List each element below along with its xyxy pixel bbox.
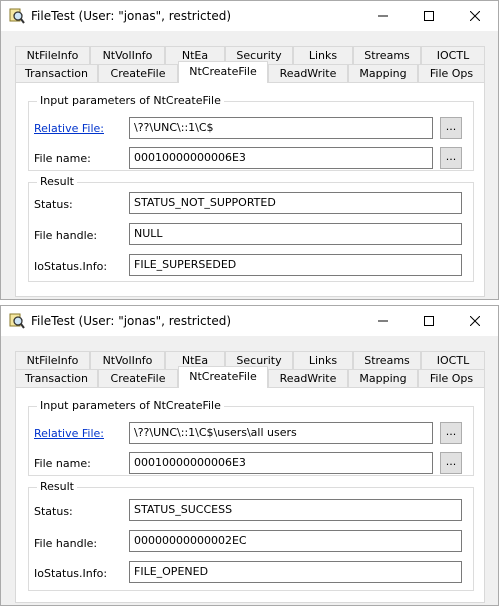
- tab-ntfileinfo[interactable]: NtFileInfo: [15, 46, 90, 64]
- file-name-browse-button[interactable]: ...: [440, 452, 462, 474]
- tab-row-bottom: Transaction CreateFile NtCreateFile Read…: [15, 61, 485, 83]
- file-handle-label: File handle:: [34, 229, 98, 242]
- relative-file-input[interactable]: \??\UNC\::1\C$: [129, 117, 433, 139]
- relative-file-input[interactable]: \??\UNC\::1\C$\users\all users: [129, 422, 433, 444]
- tab-ntfileinfo[interactable]: NtFileInfo: [15, 351, 90, 369]
- relative-file-browse-button[interactable]: ...: [440, 422, 462, 444]
- status-field[interactable]: STATUS_NOT_SUPPORTED: [129, 192, 462, 214]
- maximize-button[interactable]: [406, 1, 452, 31]
- status-field[interactable]: STATUS_SUCCESS: [129, 499, 462, 521]
- file-name-browse-button[interactable]: ...: [440, 147, 462, 169]
- tab-ntvolinfo[interactable]: NtVolInfo: [90, 46, 165, 64]
- relative-file-link[interactable]: Relative File:: [34, 122, 104, 135]
- tab-mapping[interactable]: Mapping: [348, 369, 418, 387]
- tab-links[interactable]: Links: [293, 351, 353, 369]
- file-name-input[interactable]: 00010000000006E3: [129, 147, 433, 169]
- tab-file-ops[interactable]: File Ops: [418, 369, 485, 387]
- tab-row-bottom: Transaction CreateFile NtCreateFile Read…: [15, 366, 485, 388]
- close-icon: [470, 316, 480, 326]
- file-handle-field[interactable]: NULL: [129, 223, 462, 245]
- file-name-label: File name:: [34, 457, 91, 470]
- file-name-input[interactable]: 00010000000006E3: [129, 452, 433, 474]
- window-title: FileTest (User: "jonas", restricted): [31, 9, 232, 23]
- close-icon: [470, 11, 480, 21]
- maximize-icon: [424, 316, 434, 326]
- filetest-window-2: FileTest (User: "jonas", restricted) NtF…: [0, 305, 499, 606]
- minimize-icon: [378, 15, 388, 17]
- minimize-button[interactable]: [360, 1, 406, 31]
- tab-ioctl[interactable]: IOCTL: [421, 351, 485, 369]
- tab-ioctl[interactable]: IOCTL: [421, 46, 485, 64]
- tab-streams[interactable]: Streams: [353, 46, 421, 64]
- tab-readwrite[interactable]: ReadWrite: [268, 369, 348, 387]
- iostatus-info-label: IoStatus.Info:: [34, 567, 108, 580]
- tab-ntcreatefile[interactable]: NtCreateFile: [178, 61, 268, 83]
- title-bar[interactable]: FileTest (User: "jonas", restricted): [1, 306, 498, 336]
- ntcreatefile-panel: Input parameters of NtCreateFile Relativ…: [15, 387, 485, 603]
- maximize-icon: [424, 11, 434, 21]
- iostatus-info-field[interactable]: FILE_OPENED: [129, 561, 462, 583]
- tab-ntvolinfo[interactable]: NtVolInfo: [90, 351, 165, 369]
- tab-createfile[interactable]: CreateFile: [98, 64, 178, 82]
- relative-file-link[interactable]: Relative File:: [34, 427, 104, 440]
- filetest-window-1: FileTest (User: "jonas", restricted) NtF…: [0, 0, 499, 300]
- status-label: Status:: [34, 505, 73, 518]
- minimize-icon: [378, 320, 388, 322]
- title-bar[interactable]: FileTest (User: "jonas", restricted): [1, 1, 498, 31]
- tab-file-ops[interactable]: File Ops: [418, 64, 485, 82]
- input-group-title: Input parameters of NtCreateFile: [37, 399, 224, 412]
- maximize-button[interactable]: [406, 306, 452, 336]
- result-group-title: Result: [37, 175, 77, 188]
- ntcreatefile-panel: Input parameters of NtCreateFile Relativ…: [15, 82, 485, 297]
- close-button[interactable]: [452, 306, 498, 336]
- tab-transaction[interactable]: Transaction: [15, 64, 98, 82]
- iostatus-info-field[interactable]: FILE_SUPERSEDED: [129, 254, 462, 276]
- tab-createfile[interactable]: CreateFile: [98, 369, 178, 387]
- magnifier-app-icon: [9, 313, 25, 329]
- close-button[interactable]: [452, 1, 498, 31]
- tab-links[interactable]: Links: [293, 46, 353, 64]
- result-group-title: Result: [37, 480, 77, 493]
- window-title: FileTest (User: "jonas", restricted): [31, 314, 232, 328]
- iostatus-info-label: IoStatus.Info:: [34, 260, 108, 273]
- file-handle-field[interactable]: 00000000000002EC: [129, 530, 462, 552]
- input-group-title: Input parameters of NtCreateFile: [37, 94, 224, 107]
- tab-mapping[interactable]: Mapping: [348, 64, 418, 82]
- file-handle-label: File handle:: [34, 537, 98, 550]
- tab-ntcreatefile[interactable]: NtCreateFile: [178, 366, 268, 388]
- relative-file-browse-button[interactable]: ...: [440, 117, 462, 139]
- tab-transaction[interactable]: Transaction: [15, 369, 98, 387]
- magnifier-app-icon: [9, 8, 25, 24]
- file-name-label: File name:: [34, 152, 91, 165]
- status-label: Status:: [34, 198, 73, 211]
- minimize-button[interactable]: [360, 306, 406, 336]
- tab-readwrite[interactable]: ReadWrite: [268, 64, 348, 82]
- tab-streams[interactable]: Streams: [353, 351, 421, 369]
